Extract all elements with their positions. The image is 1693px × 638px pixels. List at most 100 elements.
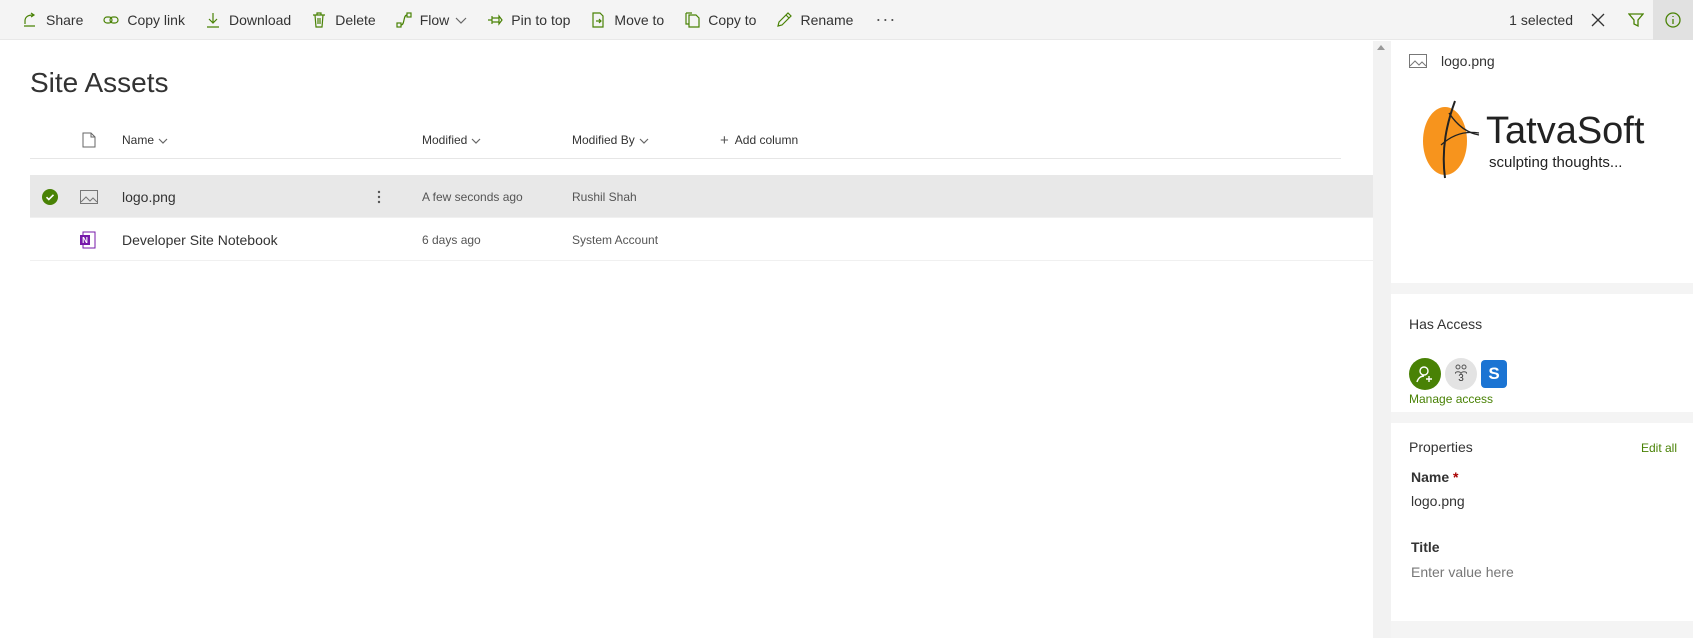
properties-title: Properties bbox=[1409, 439, 1473, 455]
document-icon bbox=[82, 132, 96, 148]
logo-tagline: sculpting thoughts... bbox=[1489, 154, 1622, 171]
add-column-button[interactable]: + Add column bbox=[720, 121, 798, 159]
close-icon bbox=[1591, 13, 1605, 27]
chevron-down-icon bbox=[471, 135, 481, 145]
flow-button[interactable]: Flow bbox=[386, 0, 478, 40]
selection-count: 1 selected bbox=[1509, 12, 1573, 28]
rename-button[interactable]: Rename bbox=[766, 0, 863, 40]
link-icon bbox=[103, 12, 119, 28]
details-file-name: logo.png bbox=[1441, 53, 1495, 69]
has-access-title: Has Access bbox=[1409, 316, 1483, 332]
required-mark: * bbox=[1453, 469, 1459, 485]
trash-icon bbox=[311, 11, 327, 28]
name-label-text: Name bbox=[1411, 469, 1450, 485]
copy-link-label: Copy link bbox=[127, 11, 185, 28]
modified-cell: A few seconds ago bbox=[422, 189, 523, 204]
name-property-value[interactable]: logo.png bbox=[1411, 493, 1465, 509]
has-access-section: Has Access 3 S Manage access bbox=[1391, 294, 1693, 412]
flow-icon bbox=[396, 11, 412, 28]
pin-icon bbox=[487, 12, 503, 28]
file-preview-section: logo.png TatvaSoft sculpting thoughts... bbox=[1391, 41, 1693, 283]
add-person-icon bbox=[1416, 366, 1432, 383]
row-checkbox[interactable] bbox=[42, 175, 58, 218]
name-header-label: Name bbox=[122, 133, 155, 147]
list-header: Name Modified Modified By + Add column bbox=[30, 121, 1341, 159]
chevron-down-icon bbox=[639, 135, 649, 145]
plus-icon: + bbox=[720, 131, 729, 149]
name-column-header[interactable]: Name bbox=[122, 121, 168, 159]
svg-text:N: N bbox=[82, 236, 88, 245]
image-file-icon bbox=[1409, 54, 1427, 68]
filter-icon bbox=[1628, 13, 1644, 28]
sharepoint-icon: S bbox=[1488, 364, 1500, 383]
row-actions-button[interactable] bbox=[377, 175, 381, 218]
title-property-label: Title bbox=[1411, 539, 1440, 555]
details-file-header: logo.png bbox=[1409, 53, 1495, 69]
modified-by-column-header[interactable]: Modified By bbox=[572, 121, 649, 159]
more-actions-button[interactable]: ··· bbox=[863, 0, 908, 40]
share-label: Share bbox=[46, 11, 84, 28]
share-button[interactable]: Share bbox=[12, 0, 93, 40]
download-icon bbox=[205, 12, 221, 28]
command-bar-actions: Share Copy link Download Delete Flow Pin… bbox=[0, 0, 908, 40]
access-avatars: 3 S bbox=[1409, 358, 1511, 390]
sharepoint-avatar[interactable]: S bbox=[1481, 360, 1507, 388]
page-title: Site Assets bbox=[30, 67, 169, 98]
copy-to-label: Copy to bbox=[708, 11, 757, 28]
info-icon bbox=[1665, 12, 1681, 28]
logo-wordmark: TatvaSoft bbox=[1486, 110, 1645, 152]
filter-button[interactable] bbox=[1619, 0, 1653, 40]
manage-access-link[interactable]: Manage access bbox=[1409, 392, 1493, 406]
name-property-label: Name * bbox=[1411, 469, 1458, 485]
delete-label: Delete bbox=[335, 11, 376, 28]
chevron-down-icon bbox=[158, 135, 168, 145]
move-to-label: Move to bbox=[614, 11, 665, 28]
chevron-down-icon bbox=[455, 14, 467, 26]
file-type-header[interactable] bbox=[82, 121, 96, 159]
add-user-avatar[interactable] bbox=[1409, 358, 1441, 390]
info-pane-button[interactable] bbox=[1653, 0, 1693, 40]
table-row[interactable]: logo.png A few seconds ago Rushil Shah bbox=[30, 175, 1373, 218]
copy-link-button[interactable]: Copy link bbox=[93, 0, 195, 40]
download-button[interactable]: Download bbox=[195, 0, 301, 40]
table-row[interactable]: N Developer Site Notebook 6 days ago Sys… bbox=[30, 218, 1373, 261]
details-pane: logo.png TatvaSoft sculpting thoughts...… bbox=[1391, 41, 1693, 638]
file-name-link[interactable]: Developer Site Notebook bbox=[122, 218, 278, 261]
move-icon bbox=[590, 11, 606, 28]
pin-to-top-label: Pin to top bbox=[511, 11, 571, 28]
onenote-icon: N bbox=[80, 231, 96, 248]
properties-section: Properties Edit all Name * logo.png Titl… bbox=[1391, 423, 1693, 621]
clear-selection-button[interactable] bbox=[1581, 0, 1615, 40]
modified-by-cell[interactable]: Rushil Shah bbox=[572, 175, 637, 218]
rename-label: Rename bbox=[800, 11, 854, 28]
modified-column-header[interactable]: Modified bbox=[422, 121, 481, 159]
modified-by-cell[interactable]: System Account bbox=[572, 218, 658, 261]
scroll-up-arrow-icon[interactable] bbox=[1377, 45, 1385, 50]
modified-header-label: Modified bbox=[422, 133, 468, 147]
modified-cell: 6 days ago bbox=[422, 232, 481, 247]
delete-button[interactable]: Delete bbox=[301, 0, 385, 40]
flow-label: Flow bbox=[419, 11, 450, 28]
download-label: Download bbox=[228, 11, 292, 28]
add-column-label: Add column bbox=[734, 133, 799, 147]
pin-to-top-button[interactable]: Pin to top bbox=[477, 0, 580, 40]
modified-by-header-label: Modified By bbox=[572, 133, 635, 147]
file-name-link[interactable]: logo.png bbox=[122, 175, 176, 218]
document-library: Site Assets Name Modified Modified By + … bbox=[0, 41, 1373, 638]
vertical-ellipsis-icon bbox=[377, 190, 381, 203]
pencil-icon bbox=[776, 11, 793, 28]
move-to-button[interactable]: Move to bbox=[580, 0, 674, 40]
file-type-cell: N bbox=[80, 218, 96, 261]
list-scrollbar[interactable] bbox=[1373, 41, 1391, 638]
tatvasoft-logo: TatvaSoft sculpting thoughts... bbox=[1423, 100, 1645, 179]
share-icon bbox=[22, 12, 38, 28]
check-circle-icon bbox=[42, 188, 58, 205]
image-file-icon bbox=[80, 189, 98, 204]
copy-to-button[interactable]: Copy to bbox=[674, 0, 766, 40]
group-count: 3 bbox=[1458, 373, 1464, 384]
title-property-input[interactable]: Enter value here bbox=[1411, 564, 1514, 580]
command-bar: Share Copy link Download Delete Flow Pin… bbox=[0, 0, 1693, 40]
group-count-avatar[interactable]: 3 bbox=[1445, 358, 1477, 390]
edit-all-link[interactable]: Edit all bbox=[1641, 441, 1677, 455]
command-bar-right: 1 selected bbox=[1509, 0, 1693, 40]
